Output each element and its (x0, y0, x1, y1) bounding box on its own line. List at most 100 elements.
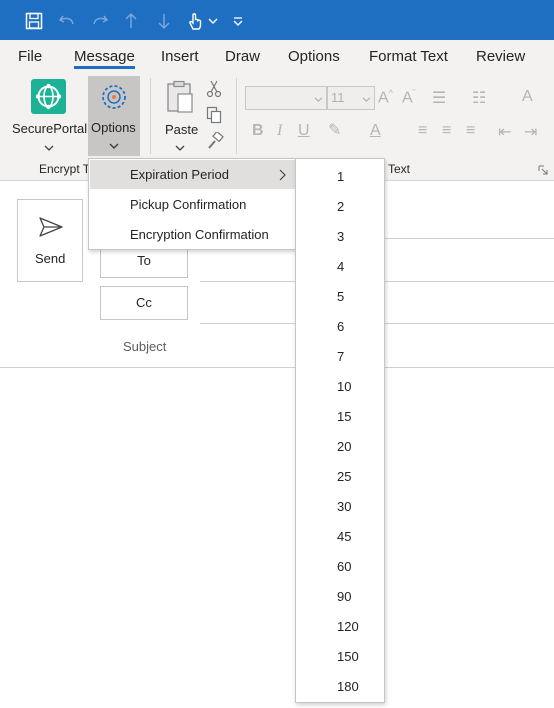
redo-icon[interactable] (88, 10, 112, 32)
chevron-down-icon (44, 139, 54, 157)
tab-options[interactable]: Options (288, 48, 340, 65)
menu-item-label: Encryption Confirmation (130, 227, 269, 242)
tab-file[interactable]: File (18, 48, 42, 65)
ribbon-separator (236, 78, 237, 154)
subject-label: Subject (123, 339, 167, 354)
submenu-item-label: 150 (337, 649, 359, 664)
clear-formatting-icon[interactable]: A (522, 88, 533, 106)
tab-insert[interactable]: Insert (161, 48, 199, 65)
subject-field[interactable] (0, 367, 554, 368)
submenu-item-180[interactable]: 180 (296, 672, 384, 702)
submenu-item-4[interactable]: 4 (296, 252, 384, 282)
send-label: Send (35, 251, 66, 266)
submenu-item-2[interactable]: 2 (296, 192, 384, 222)
font-size-value: 11 (331, 90, 345, 105)
options-button[interactable]: Options (88, 76, 140, 156)
submenu-item-150[interactable]: 150 (296, 642, 384, 672)
grow-font-icon[interactable]: A^ (378, 88, 393, 107)
cc-button[interactable]: Cc (100, 286, 188, 320)
chevron-down-icon (362, 90, 371, 108)
customize-icon[interactable] (231, 10, 245, 32)
submenu-item-label: 20 (337, 439, 352, 454)
shrink-font-icon[interactable]: Aˇ (402, 88, 416, 107)
submenu-item-label: 60 (337, 559, 352, 574)
align-right-icon[interactable]: ≡ (466, 122, 475, 140)
underline-icon[interactable]: U (298, 122, 310, 140)
font-name-dropdown[interactable] (245, 86, 327, 110)
submenu-item-120[interactable]: 120 (296, 612, 384, 642)
menu-item-label: Pickup Confirmation (130, 197, 247, 212)
menu-item-pickup-confirmation[interactable]: Pickup Confirmation (90, 190, 295, 219)
paste-button[interactable]: Paste (160, 78, 200, 151)
chevron-down-icon (109, 137, 119, 155)
secureportal-label: SecurePortal (12, 121, 88, 136)
submenu-item-30[interactable]: 30 (296, 492, 384, 522)
submenu-item-25[interactable]: 25 (296, 462, 384, 492)
copy-icon[interactable] (206, 106, 222, 129)
align-left-icon[interactable]: ≡ (418, 122, 427, 140)
send-icon (38, 216, 64, 243)
increase-indent-icon[interactable]: ⇥ (524, 122, 537, 142)
secureportal-button[interactable]: SecurePortal (10, 78, 88, 151)
up-arrow-icon[interactable] (121, 10, 141, 32)
save-icon[interactable] (22, 10, 46, 32)
paste-label: Paste (165, 122, 199, 137)
font-color-icon[interactable]: A (370, 122, 381, 140)
bold-icon[interactable]: B (252, 122, 264, 140)
down-arrow-icon[interactable] (154, 10, 174, 32)
title-bar (0, 0, 554, 40)
submenu-item-label: 120 (337, 619, 359, 634)
submenu-item-label: 7 (337, 349, 345, 364)
decrease-indent-icon[interactable]: ⇤ (498, 122, 511, 142)
submenu-item-90[interactable]: 90 (296, 582, 384, 612)
format-painter-icon[interactable] (206, 130, 224, 155)
undo-icon[interactable] (55, 10, 79, 32)
expiration-period-submenu: 1 2 3 4 5 6 7 10 15 20 25 30 45 60 90 120 150 180 (295, 158, 385, 703)
align-center-icon[interactable]: ≡ (442, 122, 451, 140)
submenu-item-label: 10 (337, 379, 352, 394)
menu-item-encryption-confirmation[interactable]: Encryption Confirmation (90, 220, 295, 249)
submenu-item-3[interactable]: 3 (296, 222, 384, 252)
ribbon-separator (150, 78, 151, 154)
tab-draw[interactable]: Draw (225, 48, 260, 65)
submenu-item-6[interactable]: 6 (296, 312, 384, 342)
dialog-launcher-icon[interactable] (538, 162, 548, 180)
submenu-item-label: 2 (337, 199, 345, 214)
cut-icon[interactable] (206, 80, 222, 103)
submenu-item-10[interactable]: 10 (296, 372, 384, 402)
gear-icon (97, 80, 131, 119)
send-button[interactable]: Send (17, 199, 83, 282)
italic-icon[interactable]: I (277, 122, 282, 140)
group-label-encrypt: Encrypt T (39, 162, 91, 176)
chevron-down-icon (175, 139, 185, 157)
submenu-item-5[interactable]: 5 (296, 282, 384, 312)
tab-message[interactable]: Message (74, 48, 135, 69)
submenu-item-label: 45 (337, 529, 352, 544)
touch-mode-icon[interactable] (183, 10, 207, 32)
menu-item-expiration-period[interactable]: Expiration Period (90, 160, 295, 189)
submenu-item-1[interactable]: 1 (296, 162, 384, 192)
submenu-item-label: 180 (337, 679, 359, 694)
bullets-icon[interactable]: ☰ (432, 88, 446, 108)
font-size-dropdown[interactable]: 11 (327, 86, 375, 110)
chevron-down-icon[interactable] (207, 10, 219, 32)
submenu-item-label: 90 (337, 589, 352, 604)
submenu-item-label: 3 (337, 229, 345, 244)
submenu-item-7[interactable]: 7 (296, 342, 384, 372)
submenu-item-45[interactable]: 45 (296, 522, 384, 552)
numbering-icon[interactable]: ☷ (472, 88, 486, 108)
submenu-item-15[interactable]: 15 (296, 402, 384, 432)
secureportal-icon (31, 79, 66, 114)
menu-item-label: Expiration Period (130, 167, 229, 182)
chevron-right-icon (278, 169, 286, 184)
highlight-icon[interactable]: ✎ (328, 120, 341, 140)
tab-format-text[interactable]: Format Text (369, 48, 448, 65)
tab-review[interactable]: Review (476, 48, 525, 65)
submenu-item-20[interactable]: 20 (296, 432, 384, 462)
chevron-down-icon (314, 90, 323, 108)
clipboard-icon (165, 80, 195, 119)
submenu-item-label: 30 (337, 499, 352, 514)
submenu-item-60[interactable]: 60 (296, 552, 384, 582)
options-menu: Expiration Period Pickup Confirmation En… (88, 158, 297, 250)
submenu-item-label: 5 (337, 289, 345, 304)
